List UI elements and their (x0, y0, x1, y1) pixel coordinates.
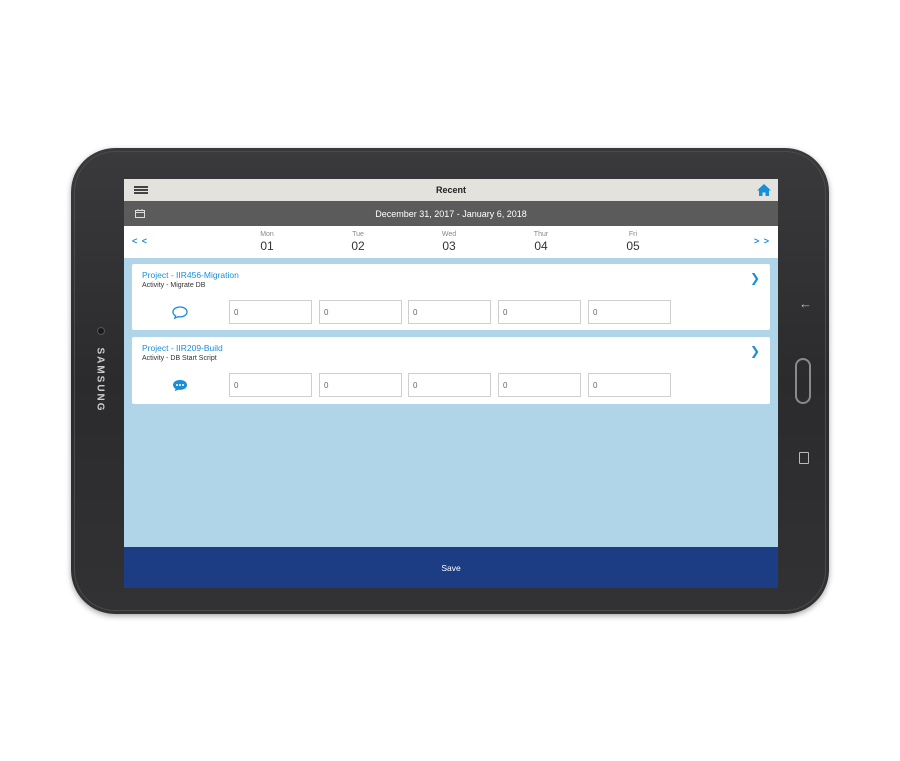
day-date: 05 (626, 239, 640, 253)
hours-input-wed[interactable] (408, 373, 491, 397)
comment-filled-icon[interactable] (172, 379, 188, 392)
back-key-icon[interactable]: ← (799, 296, 812, 311)
hours-input-fri[interactable] (588, 300, 671, 324)
camera-icon (97, 327, 105, 335)
day-name: Thur (533, 231, 549, 238)
date-range-label: December 31, 2017 - January 6, 2018 (375, 208, 527, 219)
day-name: Mon (260, 231, 274, 238)
day-date: 01 (260, 239, 274, 253)
menu-icon[interactable] (134, 186, 148, 194)
hours-input-thur[interactable] (498, 373, 581, 397)
day-header-mon: Mon 01 (247, 231, 287, 253)
day-header-thur: Thur 04 (521, 231, 561, 253)
app-screen: Recent December 31, 2017 - January 6, 20… (124, 179, 778, 588)
save-bar: Save (124, 547, 778, 588)
day-date: 02 (351, 239, 365, 253)
home-key-button[interactable] (795, 358, 811, 404)
day-name: Tue (352, 231, 364, 238)
project-link[interactable]: Project - IIR209-Build (142, 343, 223, 353)
chevron-right-icon[interactable]: ❯ (750, 271, 760, 285)
chevron-right-icon[interactable]: ❯ (750, 344, 760, 358)
day-header-fri: Fri 05 (613, 231, 653, 253)
day-name: Wed (441, 231, 457, 238)
next-week-button[interactable]: > > (754, 236, 770, 246)
week-day-header: < < Mon 01 Tue 02 Wed 03 Thur 04 Fri 05 … (124, 226, 778, 258)
hours-input-thur[interactable] (498, 300, 581, 324)
activity-label: Activity - Migrate DB (142, 282, 206, 289)
comment-icon[interactable] (172, 306, 188, 319)
page-title: Recent (435, 185, 466, 195)
hours-input-tue[interactable] (319, 373, 402, 397)
hours-input-wed[interactable] (408, 300, 491, 324)
calendar-icon[interactable] (135, 209, 145, 218)
hours-input-mon[interactable] (229, 373, 312, 397)
day-header-tue: Tue 02 (338, 231, 378, 253)
top-bar: Recent (124, 179, 778, 201)
device-brand: SAMSUNG (94, 347, 106, 413)
time-entry-card: Project - IIR209-Build Activity - DB Sta… (132, 337, 770, 404)
day-date: 03 (442, 239, 456, 253)
activity-label: Activity - DB Start Script (142, 355, 217, 362)
hours-input-fri[interactable] (588, 373, 671, 397)
day-date: 04 (534, 239, 548, 253)
time-entry-card: Project - IIR456-Migration Activity - Mi… (132, 264, 770, 330)
date-range-bar: December 31, 2017 - January 6, 2018 (124, 201, 778, 226)
previous-week-button[interactable]: < < (132, 236, 148, 246)
save-button[interactable]: Save (435, 562, 466, 574)
recent-apps-key-icon[interactable] (799, 452, 809, 464)
hours-input-mon[interactable] (229, 300, 312, 324)
day-header-wed: Wed 03 (429, 231, 469, 253)
project-link[interactable]: Project - IIR456-Migration (142, 270, 239, 280)
hours-input-tue[interactable] (319, 300, 402, 324)
home-icon[interactable] (756, 182, 772, 198)
day-name: Fri (628, 231, 638, 238)
